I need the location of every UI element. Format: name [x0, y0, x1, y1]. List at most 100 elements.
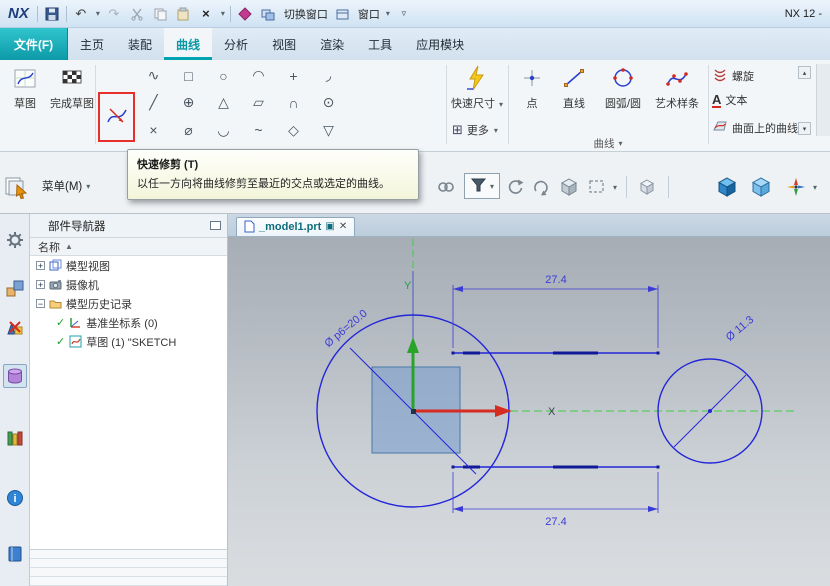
part-navigator-icon[interactable] — [3, 364, 27, 388]
part-file-tab[interactable]: _model1.prt ▣ ✕ — [236, 217, 356, 236]
marquee-select-icon[interactable] — [588, 174, 606, 200]
curve-tool-icon[interactable]: ◇ — [276, 117, 311, 144]
graphics-canvas[interactable]: 27.4 27.4 Ø p6=20.0 Ø 11.3 Y X — [228, 237, 830, 586]
ribbon-scroll-down-button[interactable]: ▾ — [798, 122, 811, 135]
curve-tool-icon[interactable]: ⊙ — [311, 89, 346, 116]
delete-dropdown-icon[interactable]: ▾ — [221, 9, 225, 18]
curve-tool-icon[interactable]: △ — [206, 89, 241, 116]
quick-trim-button[interactable] — [101, 94, 133, 140]
checkbox-checked-icon[interactable]: ✓ — [56, 335, 65, 348]
collapsed-section-row[interactable] — [30, 550, 227, 559]
ribbon-tab-curve[interactable]: 曲线 — [164, 28, 213, 60]
expand-toggle[interactable]: + — [36, 280, 45, 289]
finish-sketch-button[interactable]: 完成草图 — [46, 64, 98, 111]
tab-close-icon[interactable]: ✕ — [339, 221, 347, 232]
curve-tool-icon[interactable]: ◞ — [311, 62, 346, 89]
window-icon[interactable] — [333, 5, 351, 23]
work-cube-icon[interactable] — [638, 174, 656, 200]
curve-tool-icon[interactable]: ∩ — [276, 89, 311, 116]
constraint-navigator-icon[interactable] — [3, 316, 27, 340]
ribbon-tab-view[interactable]: 视图 — [260, 28, 308, 60]
curve-tool-icon[interactable]: ╱ — [136, 89, 171, 116]
save-icon[interactable] — [43, 5, 61, 23]
checkbox-checked-icon[interactable]: ✓ — [56, 316, 65, 329]
selection-bar-icon[interactable] — [4, 174, 30, 200]
text-button[interactable]: A 文本 — [712, 92, 796, 108]
collapse-toggle[interactable]: − — [36, 299, 45, 308]
ribbon-scroll-up-button[interactable]: ▴ — [798, 66, 811, 79]
curve-tool-icon[interactable]: ○ — [206, 62, 241, 89]
repeat-command-icon[interactable] — [236, 5, 254, 23]
name-column-header[interactable]: 名称 ▲ — [30, 238, 227, 256]
curve-on-surface-button[interactable]: 曲面上的曲线 — [712, 118, 808, 137]
dropdown-icon[interactable]: ▾ — [812, 174, 817, 200]
tab-restore-icon[interactable]: ▣ — [325, 221, 334, 232]
tree-row-datum-csys[interactable]: ✓ 基准坐标系 (0) — [30, 313, 227, 332]
group-dropdown-icon[interactable]: ▾ — [618, 139, 622, 148]
web-browser-icon[interactable]: i — [3, 486, 27, 510]
curve-tool-icon[interactable]: ⌀ — [171, 117, 206, 144]
curve-tool-icon[interactable]: × — [136, 117, 171, 144]
point-button[interactable]: 点 — [512, 64, 552, 111]
curve-tool-icon[interactable]: □ — [171, 62, 206, 89]
history-notebook-icon[interactable] — [3, 542, 27, 566]
undo-icon[interactable]: ↶ — [72, 5, 90, 23]
customize-quick-access-icon[interactable]: ▿ — [395, 5, 413, 23]
assembly-navigator-icon[interactable] — [3, 276, 27, 300]
selection-filter-button[interactable]: ▾ — [464, 173, 500, 199]
curve-tool-icon[interactable]: ∿ — [136, 62, 171, 89]
line-button[interactable]: 直线 — [552, 64, 596, 111]
redo-icon[interactable]: ↷ — [105, 5, 123, 23]
copy-icon[interactable] — [151, 5, 169, 23]
rotate-view-icon[interactable] — [532, 174, 550, 200]
curve-tool-icon[interactable]: ▱ — [241, 89, 276, 116]
quick-dimension-button[interactable]: 快速尺寸 ▾ — [450, 64, 504, 111]
switch-window-icon[interactable] — [259, 5, 277, 23]
ribbon-tab-analysis[interactable]: 分析 — [212, 28, 260, 60]
tree-row-cameras[interactable]: + 摄像机 — [30, 275, 227, 294]
ribbon-tab-render[interactable]: 渲染 — [308, 28, 356, 60]
arc-circle-button[interactable]: 圆弧/圆 — [596, 64, 650, 111]
ribbon-tab-application[interactable]: 应用模块 — [404, 28, 476, 60]
refresh-icon[interactable] — [506, 174, 524, 200]
art-spline-button[interactable]: 艺术样条 — [650, 64, 704, 111]
dropdown-icon[interactable]: ▾ — [499, 100, 503, 109]
helix-button[interactable]: 螺旋 — [712, 66, 796, 85]
shaded-view-cube-icon[interactable] — [716, 174, 738, 200]
navigator-collapsed-sections[interactable] — [30, 549, 227, 586]
curve-tool-icon[interactable]: ▽ — [311, 117, 346, 144]
delete-icon[interactable]: × — [197, 5, 215, 23]
ribbon-tab-home[interactable]: 主页 — [68, 28, 116, 60]
window-dropdown-icon[interactable]: ▾ — [386, 9, 390, 18]
more-button[interactable]: ⊞ 更多 ▾ — [452, 122, 498, 138]
curve-tool-icon[interactable]: + — [276, 62, 311, 89]
sketch-button[interactable]: 草图 — [4, 64, 46, 111]
expand-toggle[interactable]: + — [36, 261, 45, 270]
reuse-library-icon[interactable] — [3, 426, 27, 450]
resource-bar-gear-icon[interactable] — [3, 228, 27, 252]
wireframe-view-cube-icon[interactable] — [750, 174, 772, 200]
paste-icon[interactable] — [174, 5, 192, 23]
ribbon-tab-assemblies[interactable]: 装配 — [116, 28, 164, 60]
collapsed-section-row[interactable] — [30, 577, 227, 586]
file-menu-button[interactable]: 文件(F) — [0, 28, 68, 60]
switch-window-button[interactable]: 切换窗口 — [284, 6, 328, 22]
link-icon[interactable] — [436, 174, 456, 200]
menu-button[interactable]: 菜单(M) ▾ — [36, 174, 96, 198]
dropdown-icon[interactable]: ▾ — [612, 174, 617, 200]
ribbon-tab-tools[interactable]: 工具 — [356, 28, 404, 60]
cut-icon[interactable] — [128, 5, 146, 23]
tree-row-sketch[interactable]: ✓ 草图 (1) "SKETCH — [30, 332, 227, 351]
collapsed-section-row[interactable] — [30, 568, 227, 577]
curve-tool-icon[interactable]: ◡ — [206, 117, 241, 144]
curve-tool-icon[interactable]: ⊕ — [171, 89, 206, 116]
dropdown-icon[interactable]: ▾ — [494, 126, 498, 135]
panel-float-icon[interactable] — [210, 221, 221, 230]
undo-dropdown-icon[interactable]: ▾ — [96, 9, 100, 18]
orient-view-cube-icon[interactable] — [560, 174, 578, 200]
curve-tool-icon[interactable]: ◠ — [241, 62, 276, 89]
window-button[interactable]: 窗口 — [358, 6, 380, 22]
tree-row-model-views[interactable]: + 模型视图 — [30, 256, 227, 275]
snap-point-icon[interactable] — [786, 174, 806, 200]
collapsed-section-row[interactable] — [30, 559, 227, 568]
